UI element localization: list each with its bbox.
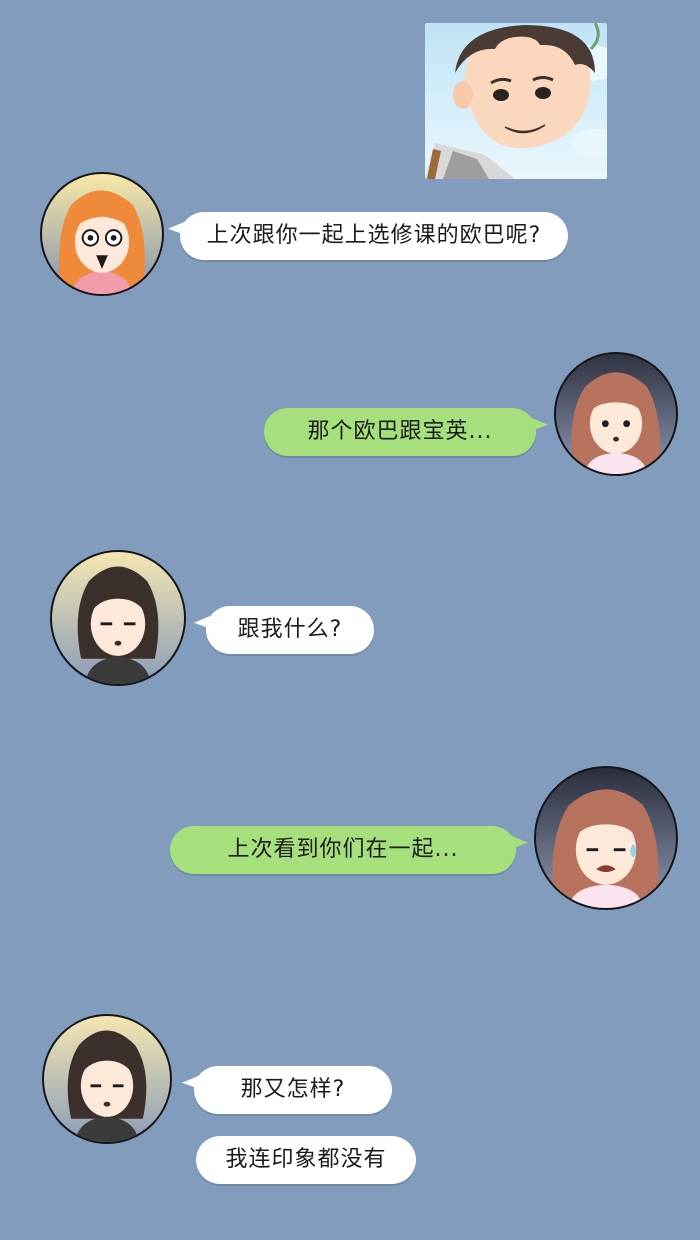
- message-text: 那个欧巴跟宝英...: [307, 419, 493, 444]
- girl-worried-avatar[interactable]: [554, 352, 678, 476]
- girl-sweating-avatar[interactable]: [534, 766, 678, 910]
- girl-surprised-avatar-icon: [58, 190, 146, 294]
- incoming-message-bubble[interactable]: 上次跟你一起上选修课的欧巴呢?: [180, 212, 568, 260]
- girl-sweating-avatar-icon: [552, 789, 659, 908]
- girl-bob-avatar-icon: [67, 1030, 147, 1142]
- girl-bob-avatar[interactable]: [42, 1014, 172, 1144]
- outgoing-message-bubble[interactable]: 那个欧巴跟宝英...: [264, 408, 536, 456]
- incoming-message-bubble[interactable]: 跟我什么?: [206, 606, 374, 654]
- message-text: 跟我什么?: [237, 617, 343, 642]
- message-text: 那又怎样?: [240, 1077, 346, 1102]
- outgoing-message-bubble[interactable]: 上次看到你们在一起...: [170, 826, 516, 874]
- shared-photo[interactable]: [425, 23, 607, 179]
- incoming-message-bubble[interactable]: 那又怎样?: [194, 1066, 392, 1114]
- message-text: 上次看到你们在一起...: [227, 837, 459, 862]
- message-text: 上次跟你一起上选修课的欧巴呢?: [206, 223, 542, 248]
- incoming-message-bubble[interactable]: 我连印象都没有: [196, 1136, 416, 1184]
- girl-bob-avatar-icon: [77, 566, 159, 684]
- message-text: 我连印象都没有: [225, 1147, 387, 1172]
- girl-worried-avatar-icon: [571, 372, 661, 474]
- girl-bob-avatar[interactable]: [50, 550, 186, 686]
- boy-photo-icon: [425, 23, 607, 179]
- girl-surprised-avatar[interactable]: [40, 172, 164, 296]
